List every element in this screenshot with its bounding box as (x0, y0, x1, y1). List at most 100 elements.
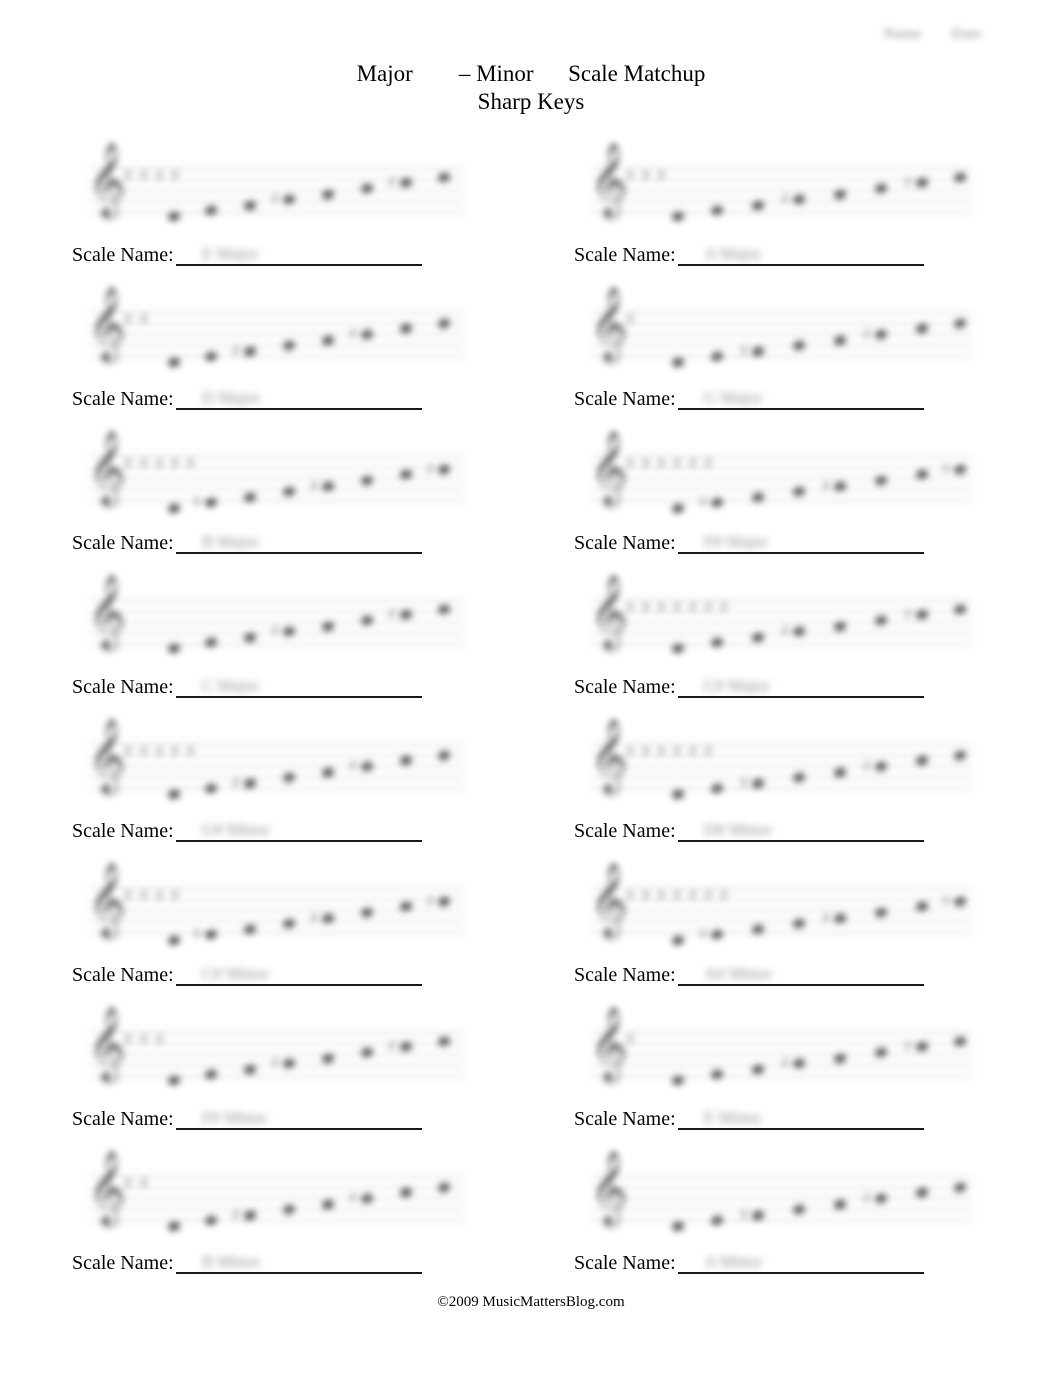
note-head (751, 491, 765, 503)
note-head (282, 485, 296, 498)
scale-name-label: Scale Name: (72, 820, 174, 842)
worksheet-item-left: 𝄞♯ ♯ ♯ ♯ ♯ Scale Name: G# Minor (72, 722, 492, 852)
note-head (437, 463, 451, 475)
note-head (915, 176, 929, 189)
note-head (321, 912, 335, 924)
note-head (710, 204, 724, 217)
scale-name-answer-field[interactable]: E Major (176, 242, 422, 268)
worksheet-grid: 𝄞♯ ♯ ♯ ♯ Scale Name: E Major 𝄞♯ ♯ ♯ Scale … (0, 146, 1062, 1298)
scale-name-answer-text: C# Minor (202, 964, 269, 983)
scale-name-rule (176, 696, 422, 698)
note-head (204, 350, 218, 363)
note-head (167, 788, 181, 800)
header-date-blurred: Date (951, 26, 982, 42)
note-head (399, 176, 413, 189)
note-head (437, 317, 451, 329)
note-head (915, 468, 929, 481)
treble-staff-9: 𝄞 ♯ ♯ ♯ ♯ ♯ (72, 722, 465, 818)
scale-name-rule (176, 552, 422, 554)
scale-name-answer-field[interactable]: G# Minor (176, 818, 422, 844)
note-group (72, 290, 462, 386)
note-head (243, 777, 257, 789)
note-group (574, 866, 967, 962)
note-group (72, 146, 462, 242)
note-head (282, 1057, 296, 1070)
note-head (360, 906, 374, 918)
note-head (833, 188, 847, 200)
worksheet-item-left: 𝄞♯ ♯ ♯ ♯ Scale Name: C# Minor (72, 866, 492, 996)
note-head (751, 1063, 765, 1075)
scale-name-label: Scale Name: (574, 1252, 676, 1274)
note-head (710, 928, 724, 941)
worksheet-item-left: 𝄞Scale Name: C Major (72, 578, 492, 708)
scale-name-answer-text: D# Minor (704, 820, 772, 839)
note-group (72, 866, 462, 962)
scale-name-answer-field[interactable]: G Major (678, 386, 924, 412)
note-group (574, 578, 967, 674)
scale-name-answer-text: F# Minor (202, 1108, 267, 1127)
note-head (167, 934, 181, 946)
scale-name-rule (678, 552, 924, 554)
scale-name-answer-field[interactable]: D# Minor (678, 818, 924, 844)
note-group (72, 1154, 462, 1250)
note-head (671, 1074, 685, 1086)
scale-name-label: Scale Name: (72, 676, 174, 698)
scale-name-answer-field[interactable]: E Minor (678, 1106, 924, 1132)
worksheet-row: 𝄞Scale Name:C Major 𝄞♯ ♯ ♯ ♯ ♯ ♯ ♯ Scale … (0, 578, 1062, 722)
treble-staff-3: 𝄞 ♯ ♯ (72, 290, 465, 386)
treble-staff-4: 𝄞 ♯ (574, 290, 972, 386)
worksheet-item-right: 𝄞♯ ♯ ♯ ♯ ♯ ♯ Scale Name: F# Major (574, 434, 994, 564)
worksheet-item-right: 𝄞Scale Name: A Minor (574, 1154, 994, 1284)
worksheet-row: 𝄞♯ ♯ ♯ ♯ Scale Name: E Major 𝄞♯ ♯ ♯ Scale … (0, 146, 1062, 290)
scale-name-rule (176, 1272, 422, 1274)
note-head (204, 1214, 218, 1227)
scale-name-label: Scale Name: (574, 388, 676, 410)
scale-name-answer-field[interactable]: B Minor (176, 1250, 422, 1276)
note-group (574, 146, 967, 242)
treble-staff-11: 𝄞 ♯ ♯ ♯ ♯ (72, 866, 465, 962)
note-head (321, 1198, 335, 1210)
scale-name-answer-field[interactable]: A Major (678, 242, 924, 268)
note-head (282, 1203, 296, 1216)
scale-name-answer-field[interactable]: B Major (176, 530, 422, 556)
scale-name-answer-field[interactable]: C Major (176, 674, 422, 700)
scale-name-answer-field[interactable]: D Major (176, 386, 422, 412)
note-head (243, 491, 257, 503)
scale-name-answer-field[interactable]: F# Minor (176, 1106, 422, 1132)
note-head (833, 1198, 847, 1210)
treble-staff-16: 𝄞 (574, 1154, 972, 1250)
note-head (671, 356, 685, 368)
note-head (671, 1220, 685, 1232)
worksheet-row: 𝄞♯ ♯ ♯ ♯ ♯ Scale Name: B Major 𝄞♯ ♯ ♯ ♯ ♯ … (0, 434, 1062, 578)
note-head (282, 339, 296, 352)
note-head (321, 766, 335, 778)
note-head (915, 754, 929, 767)
scale-name-answer-field[interactable]: A# Minor (678, 962, 924, 988)
worksheet-item-right: 𝄞♯ ♯ ♯ ♯ ♯ ♯ ♯ Scale Name: C# Major (574, 578, 994, 708)
scale-name-answer-field[interactable]: C# Major (678, 674, 924, 700)
scale-name-label: Scale Name: (574, 532, 676, 554)
note-head (437, 171, 451, 183)
scale-name-answer-field[interactable]: F# Major (678, 530, 924, 556)
note-head (874, 906, 888, 918)
note-head (833, 912, 847, 924)
note-head (399, 1040, 413, 1053)
header-name-blurred: Name (883, 26, 922, 42)
note-head (437, 895, 451, 907)
note-head (833, 766, 847, 778)
note-head (243, 345, 257, 357)
scale-name-answer-field[interactable]: C# Minor (176, 962, 422, 988)
note-head (360, 1192, 374, 1204)
scale-name-answer-field[interactable]: A Minor (678, 1250, 924, 1276)
scale-name-label: Scale Name: (72, 388, 174, 410)
note-head (321, 1052, 335, 1064)
treble-staff-5: 𝄞 ♯ ♯ ♯ ♯ ♯ (72, 434, 465, 530)
note-head (282, 917, 296, 930)
worksheet-item-right: 𝄞♯ Scale Name: G Major (574, 290, 994, 420)
note-head (437, 749, 451, 761)
worksheet-row: 𝄞♯ ♯ ♯ ♯ ♯ Scale Name:G# Minor𝄞♯ ♯ ♯ ♯ ♯… (0, 722, 1062, 866)
note-head (915, 1040, 929, 1053)
note-head (915, 900, 929, 913)
scale-name-answer-text: D Major (202, 388, 261, 407)
scale-name-answer-text: G Major (704, 388, 763, 407)
